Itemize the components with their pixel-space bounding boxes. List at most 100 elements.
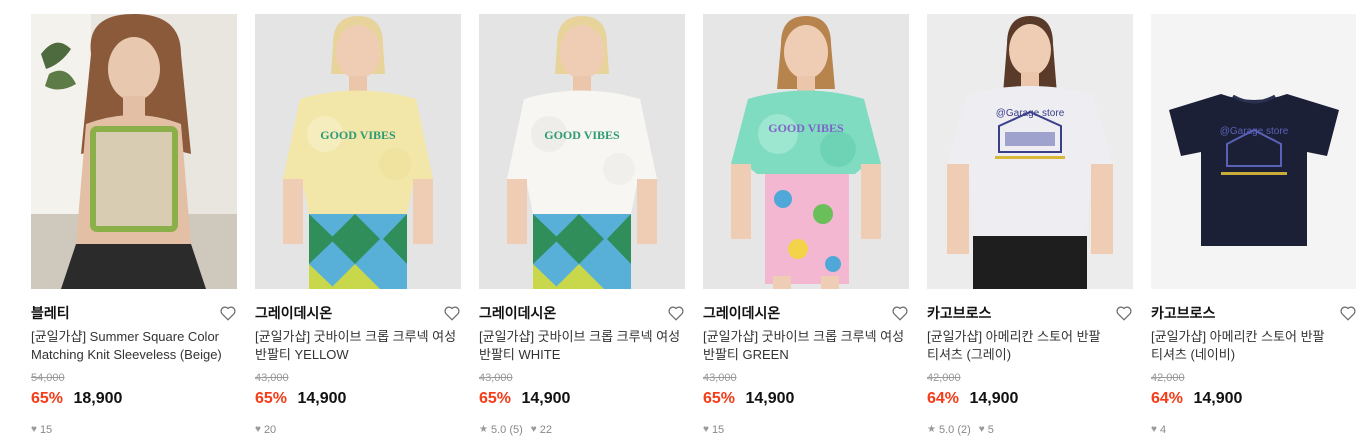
- product-photo: GOOD VIBES: [479, 14, 685, 289]
- rating-value: 5.0 (2): [938, 424, 971, 436]
- likes-count: ♥ 5: [979, 423, 994, 437]
- heart-icon: ♥: [31, 424, 37, 435]
- price-row: 64% 14,900: [927, 389, 1133, 409]
- original-price: 42,000: [1151, 372, 1185, 384]
- brand-name[interactable]: 블레티: [31, 303, 237, 323]
- product-title[interactable]: [균일가샵] Summer Square Color Matching Knit…: [31, 328, 237, 364]
- heart-outline-icon[interactable]: [219, 304, 237, 322]
- product-card[interactable]: GOOD VIBES 그레이데시온 [균일가샵] 굿바이브 크롭 크루넥 여성 …: [703, 14, 909, 444]
- product-title-line[interactable]: [균일가샵] 아메리칸 스토어 반팔: [1151, 328, 1356, 346]
- product-title-line[interactable]: 티셔츠 (그레이): [927, 346, 1133, 364]
- discount-rate: 65%: [703, 390, 736, 407]
- sale-price: 14,900: [745, 390, 795, 407]
- heart-outline-icon[interactable]: [1339, 304, 1356, 322]
- price-row: 65% 14,900: [703, 389, 909, 409]
- heart-icon: ♥: [1151, 424, 1157, 435]
- product-photo: GOOD VIBES: [255, 14, 461, 289]
- product-meta: ♥ 15: [31, 423, 237, 437]
- price-row: 65% 18,900: [31, 389, 237, 409]
- product-title-line[interactable]: Matching Knit Sleeveless (Beige): [31, 346, 237, 364]
- original-price: 43,000: [479, 372, 513, 384]
- sale-price: 14,900: [297, 390, 347, 407]
- sale-price: 18,900: [73, 390, 123, 407]
- shirt-print: @Garage store: [1220, 126, 1289, 137]
- product-title[interactable]: [균일가샵] 아메리칸 스토어 반팔 티셔츠 (네이비): [1151, 328, 1356, 364]
- likes-value: 4: [1159, 424, 1167, 436]
- product-meta: ★ 5.0 (2) ♥ 5: [927, 423, 1133, 437]
- rating: ★ 5.0 (2): [927, 423, 971, 437]
- shirt-print: GOOD VIBES: [320, 128, 396, 142]
- product-photo: [31, 14, 237, 289]
- shirt-print: GOOD VIBES: [544, 128, 620, 142]
- shirt-print: @Garage store: [996, 108, 1065, 119]
- product-title-line[interactable]: 반팔티 WHITE: [479, 346, 685, 364]
- price-row: 65% 14,900: [479, 389, 685, 409]
- heart-outline-icon[interactable]: [667, 304, 685, 322]
- heart-outline-icon[interactable]: [891, 304, 909, 322]
- product-image[interactable]: GOOD VIBES: [479, 14, 685, 289]
- product-card[interactable]: @Garage store 카고브로스 [균일가샵] 아메리칸 스토어 반팔 티…: [1151, 14, 1356, 444]
- product-title[interactable]: [균일가샵] 굿바이브 크롭 크루넥 여성 반팔티 WHITE: [479, 328, 685, 364]
- original-price: 42,000: [927, 372, 961, 384]
- star-icon: ★: [927, 424, 936, 435]
- product-photo: @Garage store: [927, 14, 1133, 289]
- product-image[interactable]: [31, 14, 237, 289]
- product-title-line[interactable]: [균일가샵] Summer Square Color: [31, 328, 237, 346]
- heart-icon: ♥: [978, 424, 985, 435]
- brand-name[interactable]: 카고브로스: [1151, 303, 1356, 323]
- product-card[interactable]: 블레티 [균일가샵] Summer Square Color Matching …: [31, 14, 237, 444]
- product-meta: ★ 5.0 (5) ♥ 22: [479, 423, 685, 437]
- product-photo: GOOD VIBES: [703, 14, 909, 289]
- likes-count: ♥ 15: [703, 423, 724, 437]
- likes-count: ♥ 15: [31, 423, 52, 437]
- brand-name[interactable]: 그레이데시온: [479, 303, 685, 323]
- product-photo: @Garage store: [1151, 14, 1356, 289]
- rating: ★ 5.0 (5): [479, 423, 523, 437]
- product-image[interactable]: GOOD VIBES: [255, 14, 461, 289]
- heart-outline-icon[interactable]: [443, 304, 461, 322]
- likes-count: ♥ 22: [531, 423, 552, 437]
- sale-price: 14,900: [521, 390, 571, 407]
- rating-value: 5.0 (5): [490, 424, 523, 436]
- product-title[interactable]: [균일가샵] 아메리칸 스토어 반팔 티셔츠 (그레이): [927, 328, 1133, 364]
- heart-outline-icon[interactable]: [1115, 304, 1133, 322]
- product-title-line[interactable]: 반팔티 GREEN: [703, 346, 909, 364]
- discount-rate: 64%: [1151, 390, 1184, 407]
- discount-rate: 64%: [927, 390, 960, 407]
- likes-count: ♥ 4: [1151, 423, 1166, 437]
- product-meta: ♥ 20: [255, 423, 461, 437]
- product-title-line[interactable]: 티셔츠 (네이비): [1151, 346, 1356, 364]
- heart-icon: ♥: [703, 424, 709, 435]
- likes-value: 5: [987, 424, 994, 436]
- brand-name[interactable]: 그레이데시온: [703, 303, 909, 323]
- original-price: 43,000: [255, 372, 289, 384]
- product-image[interactable]: GOOD VIBES: [703, 14, 909, 289]
- product-card[interactable]: @Garage store 카고브로스 [균일가샵] 아메리칸 스토어 반팔 티…: [927, 14, 1133, 444]
- heart-icon: ♥: [530, 424, 537, 435]
- likes-value: 22: [539, 424, 552, 436]
- product-title-line[interactable]: [균일가샵] 아메리칸 스토어 반팔: [927, 328, 1133, 346]
- product-title[interactable]: [균일가샵] 굿바이브 크롭 크루넥 여성 반팔티 GREEN: [703, 328, 909, 364]
- product-title-line[interactable]: [균일가샵] 굿바이브 크롭 크루넥 여성: [703, 328, 909, 346]
- heart-icon: ♥: [255, 424, 261, 435]
- brand-name[interactable]: 카고브로스: [927, 303, 1133, 323]
- brand-name[interactable]: 그레이데시온: [255, 303, 461, 323]
- price-row: 64% 14,900: [1151, 389, 1356, 409]
- discount-rate: 65%: [31, 390, 64, 407]
- product-image[interactable]: @Garage store: [927, 14, 1133, 289]
- likes-value: 20: [263, 424, 277, 436]
- sale-price: 14,900: [1193, 390, 1243, 407]
- star-icon: ★: [479, 424, 488, 435]
- product-title-line[interactable]: 반팔티 YELLOW: [255, 346, 461, 364]
- product-meta: ♥ 15: [703, 423, 909, 437]
- original-price: 43,000: [703, 372, 737, 384]
- product-title-line[interactable]: [균일가샵] 굿바이브 크롭 크루넥 여성: [255, 328, 461, 346]
- discount-rate: 65%: [479, 390, 512, 407]
- product-image[interactable]: @Garage store: [1151, 14, 1356, 289]
- likes-count: ♥ 20: [255, 423, 276, 437]
- likes-value: 15: [39, 424, 53, 436]
- product-card[interactable]: GOOD VIBES 그레이데시온 [균일가샵] 굿바이브 크롭 크루넥 여성 …: [255, 14, 461, 444]
- product-card[interactable]: GOOD VIBES 그레이데시온 [균일가샵] 굿바이브 크롭 크루넥 여성 …: [479, 14, 685, 444]
- product-title-line[interactable]: [균일가샵] 굿바이브 크롭 크루넥 여성: [479, 328, 685, 346]
- product-title[interactable]: [균일가샵] 굿바이브 크롭 크루넥 여성 반팔티 YELLOW: [255, 328, 461, 364]
